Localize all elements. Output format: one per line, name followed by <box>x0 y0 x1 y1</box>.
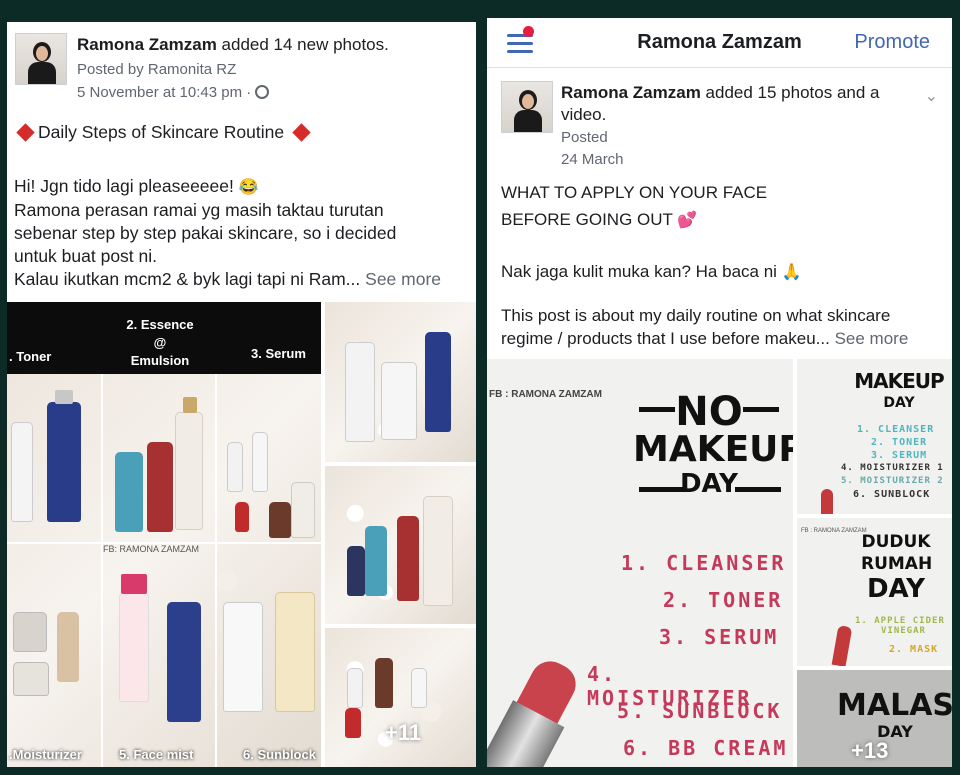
post-headline: Daily Steps of Skincare Routine <box>13 121 314 144</box>
post-text: Hi! Jgn tido lagi pleaseeeee! 😂 Ramona p… <box>14 175 474 291</box>
poster-title-makeup: MAKEUP <box>854 369 944 393</box>
post-line: Kalau ikutkan mcm2 & byk lagi tapi ni Ra… <box>14 268 361 289</box>
photo-thumbnail[interactable] <box>325 302 476 462</box>
poster-title-malas: MALAS <box>837 688 952 723</box>
poster-step: 1. APPLE CIDER <box>855 616 945 626</box>
more-photos-tile[interactable]: MALAS DAY +13 <box>797 670 952 767</box>
post-line: sebenar step by step pakai skincare, so … <box>14 222 397 243</box>
label-toner: . Toner <box>9 349 52 364</box>
post-header: Ramona Zamzam added 15 photos and a vide… <box>561 82 906 126</box>
post-text: WHAT TO APPLY ON YOUR FACE BEFORE GOING … <box>501 179 946 350</box>
label-sunblock: 6. Sunblock <box>243 747 316 762</box>
poster-step: 3. SERUM <box>659 625 780 649</box>
author-name[interactable]: Ramona Zamzam <box>77 35 217 54</box>
label-face-mist: 5. Face mist <box>119 747 194 762</box>
praying-hands-emoji-icon: 🙏 <box>781 264 802 282</box>
posted-label: Posted <box>561 129 608 146</box>
left-post-card: Ramona Zamzam added 14 new photos. Poste… <box>7 22 476 767</box>
more-photos-tile[interactable]: +11 <box>325 628 476 767</box>
see-more-link[interactable]: See more <box>835 329 909 348</box>
more-photos-count: +11 <box>385 720 422 745</box>
see-more-link[interactable]: See more <box>365 269 441 289</box>
poster-step: 1. CLEANSER <box>857 424 935 435</box>
poster-step: 2. MASK <box>889 644 939 655</box>
posted-by: Posted by Ramonita RZ <box>77 61 237 78</box>
post-line: Ramona perasan ramai yg masih taktau tur… <box>14 199 384 220</box>
post-header: Ramona Zamzam added 14 new photos. <box>77 34 389 56</box>
headline-text: Daily Steps of Skincare Routine <box>38 122 285 142</box>
promote-button[interactable]: Promote <box>854 31 930 54</box>
poster-step: 3. SERUM <box>871 450 928 461</box>
label-serum: 3. Serum <box>251 346 306 361</box>
red-diamond-icon <box>292 123 311 143</box>
poster-step: 2. TONER <box>663 588 784 612</box>
poster-step: 1. CLEANSER <box>621 551 787 575</box>
label-moisturizer: .Moisturizer <box>9 747 82 762</box>
post-line: This post is about my daily routine on w… <box>501 306 891 326</box>
more-photos-count: +13 <box>851 738 889 763</box>
poster-step: 6. BB CREAM <box>623 736 789 760</box>
poster-step: VINEGAR <box>881 626 926 636</box>
post-timestamp-row: 5 November at 10:43 pm · <box>77 84 270 101</box>
author-avatar[interactable] <box>501 81 553 133</box>
right-post-screen: Ramona Zamzam Promote Ramona Zamzam adde… <box>487 18 952 767</box>
red-diamond-icon <box>16 123 35 143</box>
photo-thumbnail[interactable] <box>325 466 476 624</box>
poster-title-duduk: DUDUK <box>861 532 931 552</box>
poster-step: 5. SUNBLOCK <box>617 699 783 723</box>
poster-step: 5. MOISTURIZER 2 <box>841 476 944 486</box>
poster-title-day: DAY <box>883 395 915 411</box>
hearts-emoji-icon: 💕 <box>677 212 698 230</box>
laughing-emoji-icon: 😂 <box>238 178 259 196</box>
post-date[interactable]: 24 March <box>561 151 624 168</box>
poster-step: 6. SUNBLOCK <box>853 489 931 500</box>
post-line: WHAT TO APPLY ON YOUR FACE <box>501 183 768 202</box>
top-navigation-bar: Ramona Zamzam Promote <box>487 18 952 68</box>
post-line: Nak jaga kulit muka kan? Ha baca ni <box>501 262 777 282</box>
post-timestamp[interactable]: 5 November at 10:43 pm <box>77 84 242 101</box>
post-line: BEFORE GOING OUT <box>501 210 673 229</box>
photo-duduk-rumah-day[interactable]: FB : RAMONA ZAMZAM DUDUK RUMAH DAY 1. AP… <box>797 518 952 666</box>
label-essence: 2. Essence @ Emulsion <box>126 317 194 368</box>
post-line: untuk buat post ni. <box>14 245 158 266</box>
author-name[interactable]: Ramona Zamzam <box>561 83 701 102</box>
poster-watermark: FB : RAMONA ZAMZAM <box>801 528 867 534</box>
post-line: regime / products that I use before make… <box>501 329 830 349</box>
poster-step: 2. TONER <box>871 437 928 448</box>
photo-collage-main[interactable]: . Toner 2. Essence @ Emulsion 3. Serum F… <box>7 302 321 767</box>
author-avatar[interactable] <box>15 33 67 85</box>
photo-makeup-day[interactable]: MAKEUP DAY 1. CLEANSER 2. TONER 3. SERUM… <box>797 359 952 514</box>
post-action: added 14 new photos. <box>216 35 389 54</box>
post-action-line2: video. <box>561 105 607 124</box>
photo-no-makeup-day[interactable]: FB : RAMONA ZAMZAM NO MAKEUP DAY 1. CLEA… <box>487 359 793 767</box>
poster-title-day: DAY <box>866 574 926 604</box>
poster-step: 4. MOISTURIZER 1 <box>841 463 944 473</box>
poster-title-day: DAY <box>679 469 739 499</box>
poster-title-rumah: RUMAH <box>861 554 933 574</box>
post-action: added 15 photos and a <box>700 83 880 102</box>
separator: · <box>246 84 252 101</box>
post-line: Hi! Jgn tido lagi pleaseeeee! <box>14 176 234 196</box>
collage-watermark: FB: RAMONA ZAMZAM <box>103 544 200 554</box>
poster-watermark: FB : RAMONA ZAMZAM <box>489 389 602 400</box>
chevron-down-icon[interactable]: ⌄ <box>925 86 938 106</box>
poster-title-makeup: MAKEUP <box>633 429 793 470</box>
globe-icon <box>255 85 270 99</box>
